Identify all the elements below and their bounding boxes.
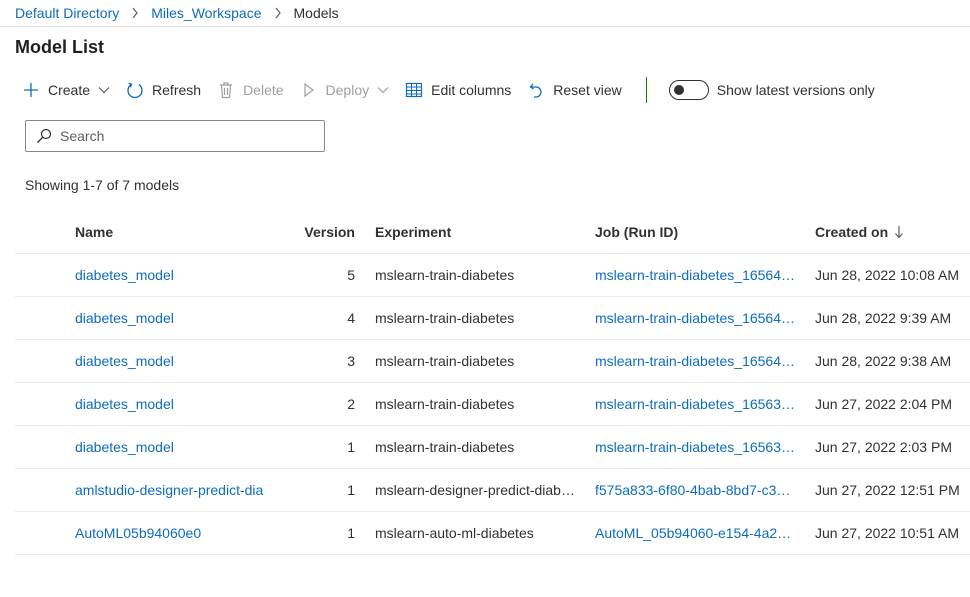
model-name-link[interactable]: diabetes_model xyxy=(75,439,174,455)
deploy-label: Deploy xyxy=(325,82,370,98)
toolbar: Create Refresh Delete Deploy Edit column… xyxy=(14,76,875,104)
delete-button[interactable]: Delete xyxy=(209,76,291,104)
job-run-link[interactable]: mslearn-train-diabetes_165643... xyxy=(595,267,795,283)
job-run-link[interactable]: mslearn-train-diabetes_165643... xyxy=(595,310,795,326)
page-title: Model List xyxy=(15,37,104,57)
model-experiment: mslearn-designer-predict-diabe... xyxy=(375,482,580,498)
model-created-on: Jun 27, 2022 2:03 PM xyxy=(815,439,952,455)
job-run-link[interactable]: f575a833-6f80-4bab-8bd7-c3d... xyxy=(595,482,795,498)
model-created-on: Jun 27, 2022 12:51 PM xyxy=(815,482,960,498)
toggle-label: Show latest versions only xyxy=(716,82,875,98)
breadcrumb-current: Models xyxy=(293,5,339,21)
toggle-switch[interactable] xyxy=(668,80,709,100)
create-button[interactable]: Create xyxy=(14,76,118,104)
model-created-on: Jun 27, 2022 10:51 AM xyxy=(815,525,959,541)
arrow-down-icon xyxy=(894,225,904,239)
table-columns-icon xyxy=(405,81,423,99)
create-label: Create xyxy=(48,82,91,98)
table-row[interactable]: amlstudio-designer-predict-dia 1 mslearn… xyxy=(15,469,970,512)
play-icon xyxy=(300,81,318,99)
latest-versions-toggle[interactable]: Show latest versions only xyxy=(668,80,875,100)
reset-view-button[interactable]: Reset view xyxy=(519,76,629,104)
models-table: Name Version Experiment Job (Run ID) Cre… xyxy=(15,211,970,555)
refresh-icon xyxy=(126,81,144,99)
refresh-button[interactable]: Refresh xyxy=(118,76,209,104)
model-experiment: mslearn-train-diabetes xyxy=(375,439,515,455)
table-header: Name Version Experiment Job (Run ID) Cre… xyxy=(15,211,970,254)
page: Default Directory Miles_Workspace Models… xyxy=(0,0,970,597)
breadcrumb-item-workspace[interactable]: Miles_Workspace xyxy=(151,5,261,21)
model-name-link[interactable]: diabetes_model xyxy=(75,310,174,326)
model-experiment: mslearn-train-diabetes xyxy=(375,310,515,326)
column-header-name[interactable]: Name xyxy=(75,211,295,253)
model-name-link[interactable]: diabetes_model xyxy=(75,267,174,283)
toggle-knob xyxy=(673,85,684,95)
table-row[interactable]: diabetes_model 2 mslearn-train-diabetes … xyxy=(15,383,970,426)
model-created-on: Jun 27, 2022 2:04 PM xyxy=(815,396,952,412)
column-header-version[interactable]: Version xyxy=(295,211,355,253)
edit-columns-label: Edit columns xyxy=(431,82,512,98)
deploy-button[interactable]: Deploy xyxy=(292,76,398,104)
model-created-on: Jun 28, 2022 9:39 AM xyxy=(815,310,952,326)
results-count: Showing 1-7 of 7 models xyxy=(25,177,180,193)
table-row[interactable]: AutoML05b94060e0 1 mslearn-auto-ml-diabe… xyxy=(15,512,970,555)
model-name-link[interactable]: AutoML05b94060e0 xyxy=(75,525,201,541)
table-row[interactable]: diabetes_model 5 mslearn-train-diabetes … xyxy=(15,254,970,297)
toolbar-divider xyxy=(645,77,647,103)
chevron-right-icon xyxy=(131,7,139,19)
job-run-link[interactable]: mslearn-train-diabetes_165643... xyxy=(595,353,795,369)
search-icon xyxy=(36,128,52,144)
model-version: 1 xyxy=(347,439,355,455)
model-version: 3 xyxy=(347,353,355,369)
model-version: 1 xyxy=(347,525,355,541)
model-experiment: mslearn-train-diabetes xyxy=(375,396,515,412)
job-run-link[interactable]: mslearn-train-diabetes_165636... xyxy=(595,396,795,412)
undo-icon xyxy=(527,81,545,99)
model-name-link[interactable]: diabetes_model xyxy=(75,396,174,412)
model-created-on: Jun 28, 2022 10:08 AM xyxy=(815,267,959,283)
reset-view-label: Reset view xyxy=(553,82,622,98)
chevron-right-icon xyxy=(274,7,282,19)
model-name-link[interactable]: amlstudio-designer-predict-dia xyxy=(75,482,263,498)
column-header-job[interactable]: Job (Run ID) xyxy=(595,211,795,253)
column-header-experiment[interactable]: Experiment xyxy=(375,211,580,253)
chevron-down-icon xyxy=(377,86,389,94)
trash-icon xyxy=(217,81,235,99)
breadcrumb: Default Directory Miles_Workspace Models xyxy=(0,0,970,27)
plus-icon xyxy=(22,81,40,99)
model-experiment: mslearn-auto-ml-diabetes xyxy=(375,525,534,541)
model-experiment: mslearn-train-diabetes xyxy=(375,267,515,283)
job-run-link[interactable]: mslearn-train-diabetes_165636... xyxy=(595,439,795,455)
job-run-link[interactable]: AutoML_05b94060-e154-4a2a-... xyxy=(595,525,795,541)
column-header-created[interactable]: Created on xyxy=(815,211,970,253)
model-name-link[interactable]: diabetes_model xyxy=(75,353,174,369)
table-row[interactable]: diabetes_model 1 mslearn-train-diabetes … xyxy=(15,426,970,469)
model-version: 4 xyxy=(347,310,355,326)
chevron-down-icon xyxy=(98,86,110,94)
model-version: 1 xyxy=(347,482,355,498)
search-box[interactable] xyxy=(25,120,325,152)
breadcrumb-item-directory[interactable]: Default Directory xyxy=(15,5,119,21)
refresh-label: Refresh xyxy=(152,82,202,98)
model-version: 2 xyxy=(347,396,355,412)
model-created-on: Jun 28, 2022 9:38 AM xyxy=(815,353,952,369)
column-header-created-label: Created on xyxy=(815,224,889,240)
search-input[interactable] xyxy=(60,128,300,144)
model-experiment: mslearn-train-diabetes xyxy=(375,353,515,369)
model-version: 5 xyxy=(347,267,355,283)
delete-label: Delete xyxy=(243,82,284,98)
edit-columns-button[interactable]: Edit columns xyxy=(397,76,519,104)
table-row[interactable]: diabetes_model 4 mslearn-train-diabetes … xyxy=(15,297,970,340)
table-row[interactable]: diabetes_model 3 mslearn-train-diabetes … xyxy=(15,340,970,383)
